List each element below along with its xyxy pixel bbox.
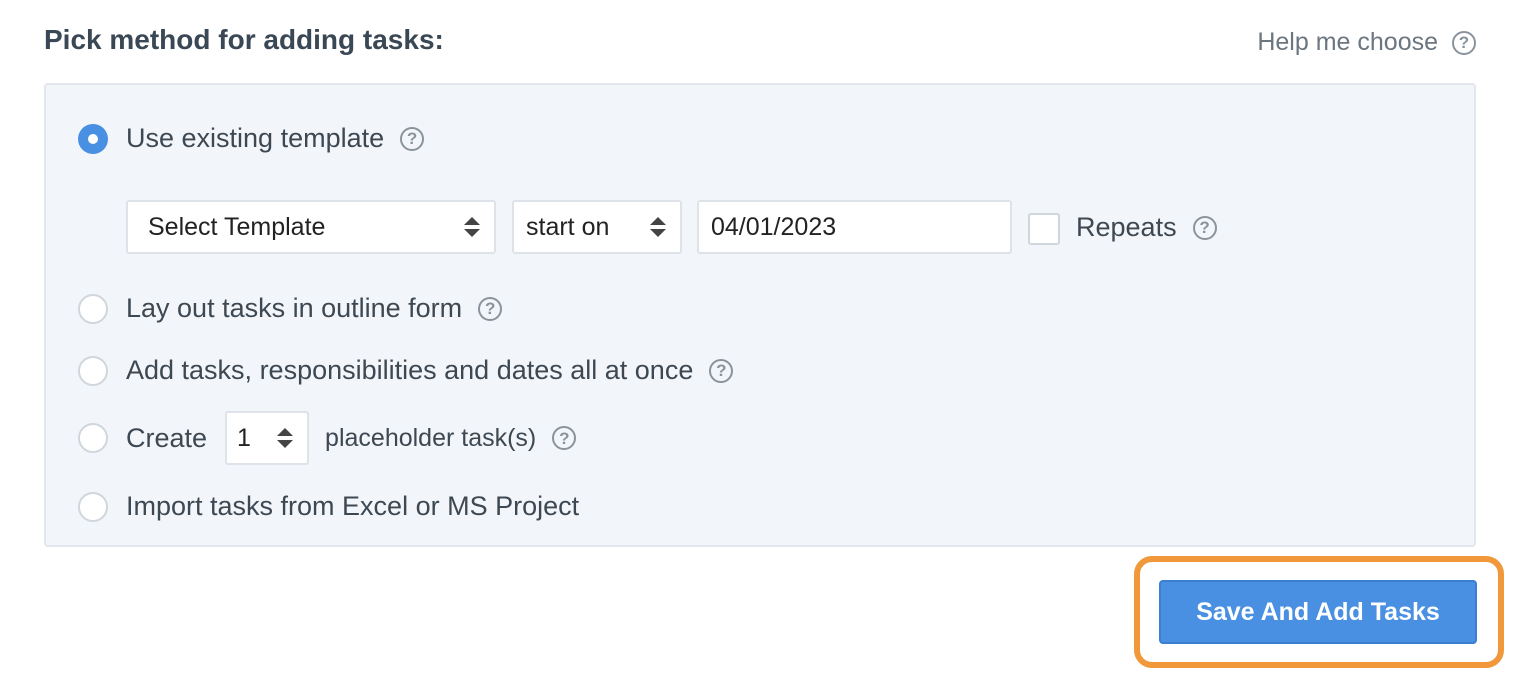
help-me-choose-link[interactable]: Help me choose ? — [1257, 28, 1476, 57]
placeholder-count-select[interactable]: 1 — [225, 411, 310, 465]
method-options-panel: Use existing template ? Select Template … — [44, 83, 1476, 547]
repeats-label: Repeats — [1076, 212, 1177, 242]
select-arrows-icon — [464, 217, 480, 237]
option-label-placeholder: placeholder task(s) — [325, 423, 537, 452]
radio-import[interactable] — [78, 491, 108, 522]
option-label: Lay out tasks in outline form — [126, 293, 463, 323]
placeholder-count-value: 1 — [237, 423, 251, 452]
save-and-add-tasks-button[interactable]: Save And Add Tasks — [1159, 580, 1477, 644]
option-label: Add tasks, responsibilities and dates al… — [126, 355, 694, 385]
start-on-select[interactable]: start on — [512, 200, 682, 254]
question-circle-icon[interactable]: ? — [1452, 30, 1476, 55]
question-circle-icon[interactable]: ? — [552, 426, 577, 450]
question-circle-icon[interactable]: ? — [478, 296, 503, 321]
radio-outline-form[interactable] — [78, 293, 108, 324]
repeats-checkbox[interactable] — [1028, 213, 1060, 245]
option-existing-template[interactable]: Use existing template ? — [78, 123, 425, 154]
option-label: Import tasks from Excel or MS Project — [126, 491, 580, 521]
template-select[interactable]: Select Template — [126, 200, 496, 254]
help-me-choose-label: Help me choose — [1257, 28, 1438, 56]
select-arrows-icon — [650, 217, 666, 237]
option-all-at-once[interactable]: Add tasks, responsibilities and dates al… — [78, 355, 734, 386]
option-outline-form[interactable]: Lay out tasks in outline form ? — [78, 293, 503, 324]
template-select-value: Select Template — [148, 212, 326, 241]
repeats-group: Repeats ? — [1076, 212, 1217, 243]
question-circle-icon[interactable]: ? — [400, 126, 425, 151]
page-title: Pick method for adding tasks: — [44, 24, 444, 55]
option-label-create: Create — [126, 422, 208, 453]
start-on-select-value: start on — [526, 212, 610, 241]
question-circle-icon[interactable]: ? — [709, 358, 734, 383]
radio-all-at-once[interactable] — [78, 355, 108, 386]
start-date-input[interactable] — [697, 200, 1012, 254]
question-circle-icon[interactable]: ? — [1192, 215, 1217, 240]
radio-existing-template[interactable] — [78, 123, 108, 154]
option-placeholder-tasks[interactable]: Create 1 placeholder task(s) ? — [78, 411, 577, 465]
option-import[interactable]: Import tasks from Excel or MS Project — [78, 491, 579, 522]
radio-placeholder-tasks[interactable] — [78, 423, 108, 453]
option-label: Use existing template — [126, 123, 385, 153]
select-arrows-icon — [277, 428, 294, 448]
